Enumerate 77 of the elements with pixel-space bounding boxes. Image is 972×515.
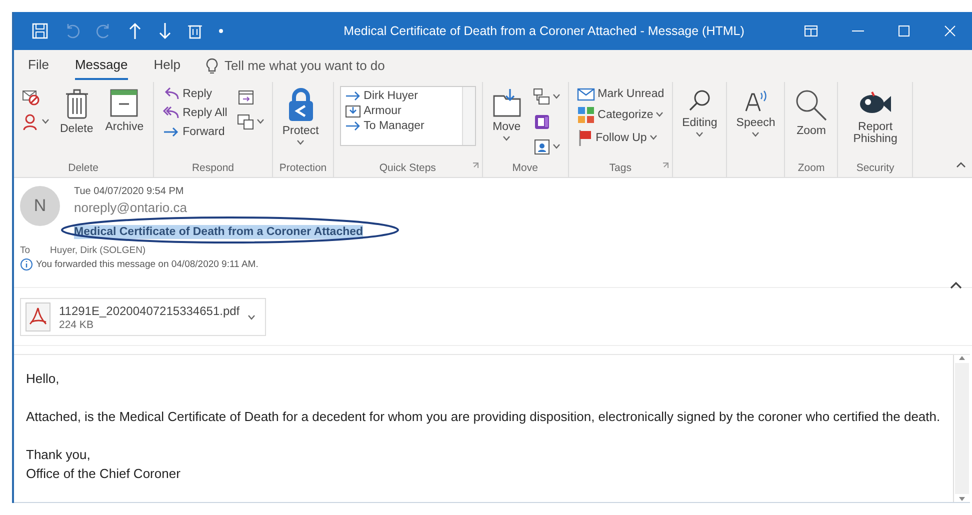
group-label: Delete (68, 162, 98, 176)
scroll-down-icon (958, 496, 966, 502)
quick-step[interactable]: Armour (342, 102, 460, 119)
forward-icon (162, 124, 180, 139)
attachment[interactable]: 11291E_20200407215334651.pdf 224 KB (20, 298, 266, 336)
group-label: Security (856, 162, 894, 176)
gallery-scrollbar[interactable] (462, 86, 475, 145)
body-paragraph: Attached, is the Medical Certificate of Death for a decedent for whom you are providing disposition, electronically signed by the coroner who certified the death. (26, 408, 941, 426)
close-icon[interactable] (942, 22, 958, 39)
launcher-icon[interactable] (662, 162, 670, 170)
lightbulb-icon (206, 58, 218, 74)
message-date: Tue 04/07/2020 9:54 PM (74, 186, 185, 198)
notebook-icon (532, 112, 551, 131)
forward-notice: You forwarded this message on 04/08/2020 9:11 AM. (36, 259, 258, 270)
ribbon-tab[interactable]: Help (154, 51, 180, 80)
ribbon-button[interactable]: Categorize (574, 104, 666, 125)
ribbon-button[interactable]: Move (488, 86, 525, 143)
ribbon-button[interactable]: Reply (160, 86, 230, 102)
flag-icon (576, 128, 593, 147)
contact-card-icon (532, 138, 551, 156)
launcher-icon[interactable] (472, 162, 479, 170)
ribbon-button[interactable]: Delete (57, 86, 96, 137)
ribbon-button[interactable]: Speech (733, 86, 778, 139)
ribbon-button[interactable]: Archive (102, 86, 147, 135)
group-label: Zoom (798, 162, 825, 176)
caret-icon (248, 314, 255, 320)
folder-icon (492, 88, 522, 118)
ribbon-tab[interactable]: Message (74, 51, 128, 80)
group-label: Protection (279, 162, 327, 176)
group-label: Move (512, 162, 538, 176)
save-icon[interactable] (30, 20, 50, 41)
reply-all-icon (162, 106, 180, 120)
maximize-icon[interactable] (896, 22, 912, 39)
trash-icon (64, 88, 90, 120)
recipient: Huyer, Dirk (SOLGEN) (50, 245, 146, 256)
quick-step[interactable]: Dirk Huyer (342, 88, 460, 103)
chevron-up-icon (950, 281, 962, 290)
arrow-icon (344, 90, 361, 102)
attachment-name: 11291E_20200407215334651.pdf (59, 304, 240, 318)
rules-icon (532, 88, 551, 106)
attachment-size: 224 KB (59, 318, 94, 330)
group-label: Tags (609, 162, 632, 176)
group-label: Quick Steps (379, 162, 436, 176)
ribbon-button[interactable]: Zoom (791, 86, 832, 139)
window-title: Medical Certificate of Death from a Coroner Attached - Message (HTML) (342, 24, 746, 38)
ribbon-button[interactable]: Forward (160, 124, 230, 140)
windows-icon (237, 112, 256, 131)
ribbon-button[interactable]: Reply All (160, 104, 230, 121)
sender-address: noreply@ontario.ca (74, 200, 188, 216)
chevron-up-icon (956, 162, 966, 168)
ribbon-button[interactable]: Editing (679, 86, 720, 139)
group-label: Respond (192, 162, 234, 176)
pdf-icon (25, 302, 51, 332)
sender-avatar: N (20, 186, 60, 226)
ribbon-button[interactable]: Follow Up (574, 128, 666, 148)
to-label: To (20, 245, 30, 256)
ribbon-button[interactable]: Report Phishing (844, 86, 906, 147)
ribbon-display-icon[interactable] (802, 22, 820, 39)
scrollbar[interactable] (953, 355, 970, 502)
move-to-folder-icon (344, 104, 361, 118)
tell-me-field[interactable]: Tell me what you want to do (224, 58, 424, 74)
message-subject: Medical Certificate of Death from a Coroner Attached (74, 225, 364, 240)
calendar-icon (237, 88, 256, 106)
info-icon (20, 258, 33, 272)
ribbon-tab[interactable]: File (28, 51, 49, 80)
envelope-block-icon (22, 88, 40, 106)
ribbon-button[interactable]: Mark Unread (574, 86, 666, 102)
arrow-icon (344, 120, 361, 132)
archive-box-icon (109, 88, 140, 118)
ribbon-button[interactable]: Protect (279, 86, 322, 147)
color-squares-icon (576, 106, 595, 124)
envelope-icon (576, 86, 595, 101)
magnifier-icon (794, 88, 828, 122)
scroll-up-icon (958, 355, 966, 361)
body-paragraph: Thank you, Office of the Chief Coroner (26, 446, 182, 483)
quick-step[interactable]: To Manager (342, 118, 460, 133)
body-paragraph: Hello, (26, 370, 60, 388)
